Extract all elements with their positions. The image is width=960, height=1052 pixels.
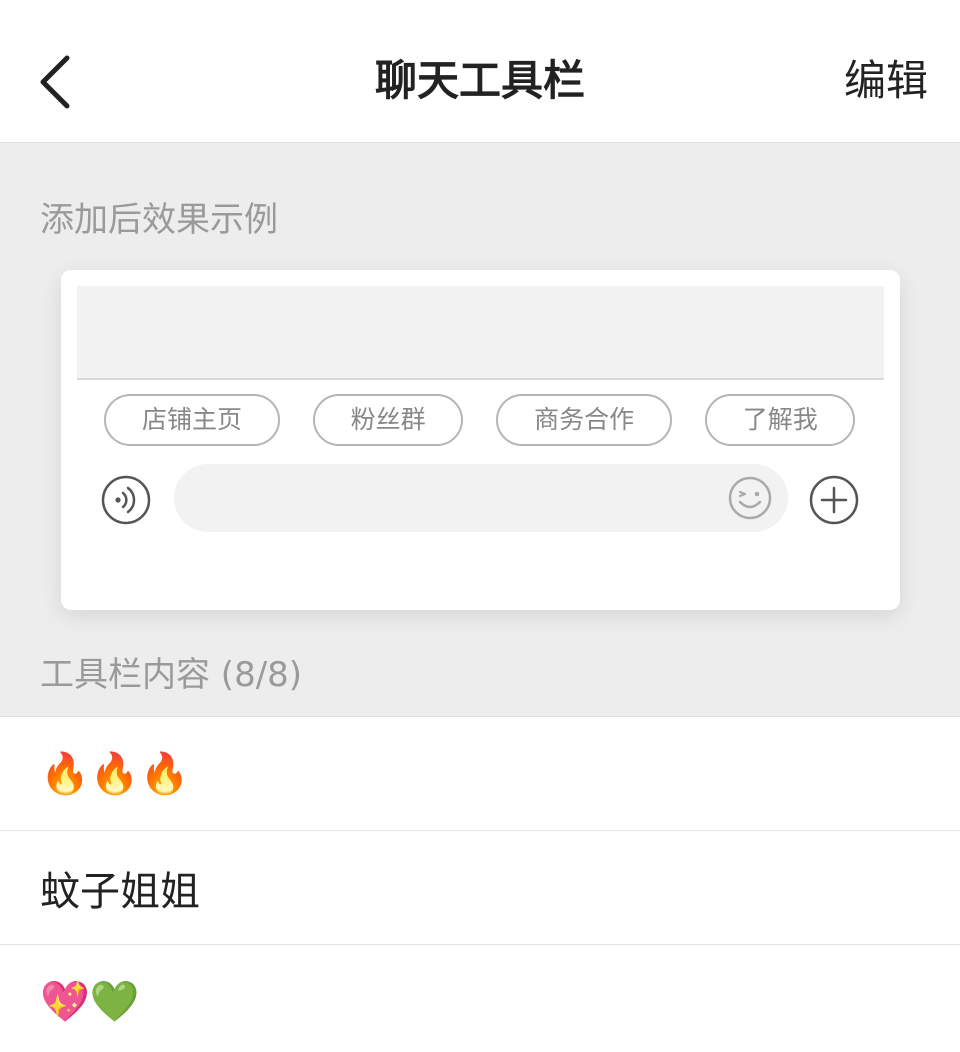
preview-chip: 粉丝群 — [313, 394, 464, 446]
toolbar-item-list: 🔥🔥🔥 蚊子姐姐 💖💚 — [0, 716, 960, 1052]
nav-bar: 聊天工具栏 编辑 — [0, 0, 960, 143]
edit-button[interactable]: 编辑 — [844, 50, 928, 112]
preview-section-label: 添加后效果示例 — [40, 200, 278, 240]
preview-chip: 商务合作 — [496, 394, 673, 446]
voice-button — [101, 475, 151, 525]
list-item[interactable]: 蚊子姐姐 — [0, 831, 960, 945]
message-input — [174, 464, 788, 532]
list-item-label: 蚊子姐姐 — [40, 868, 200, 915]
smile-icon — [728, 476, 772, 520]
page-title: 聊天工具栏 — [374, 56, 585, 105]
voice-icon — [101, 475, 151, 525]
preview-message-area — [77, 286, 884, 380]
plus-circle-icon — [809, 475, 859, 525]
toolbar-section-label: 工具栏内容 (8/8) — [40, 655, 303, 695]
emoji-button — [728, 476, 772, 520]
preview-chip-row: 店铺主页 粉丝群 商务合作 了解我 — [104, 394, 884, 446]
plus-button — [809, 475, 859, 525]
list-item-label: 🔥🔥🔥 — [40, 750, 190, 797]
preview-chip: 店铺主页 — [104, 394, 280, 446]
list-item[interactable]: 💖💚 — [0, 945, 960, 1052]
preview-card: 店铺主页 粉丝群 商务合作 了解我 — [61, 270, 900, 610]
preview-chat-mock: 店铺主页 粉丝群 商务合作 了解我 — [77, 286, 884, 594]
list-item[interactable]: 🔥🔥🔥 — [0, 717, 960, 831]
list-item-label: 💖💚 — [40, 978, 140, 1025]
preview-input-row — [101, 464, 884, 536]
preview-chip: 了解我 — [705, 394, 856, 446]
